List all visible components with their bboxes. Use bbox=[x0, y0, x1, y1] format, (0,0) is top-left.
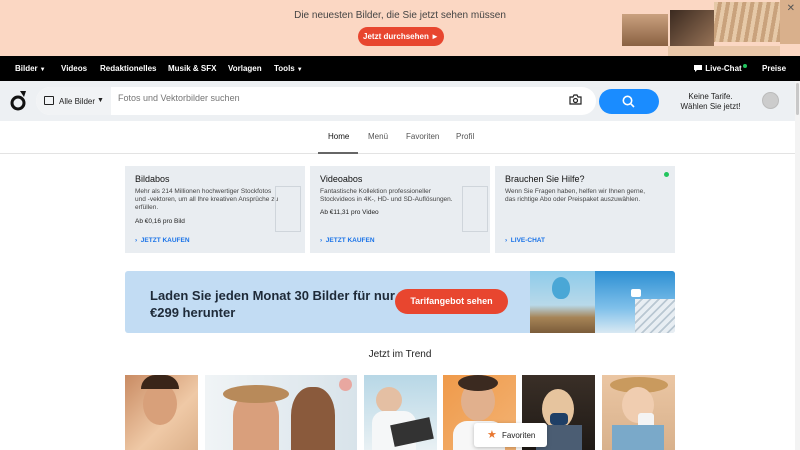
promo-thumb-1 bbox=[622, 14, 668, 46]
card-title: Videoabos bbox=[320, 174, 363, 184]
promo-thumb-5 bbox=[668, 46, 780, 56]
live-chat-link[interactable]: Live-Chat bbox=[693, 64, 747, 73]
card-image-subscriptions: Bildabos Mehr als 214 Millionen hochwert… bbox=[125, 166, 305, 253]
card-description: Mehr als 214 Millionen hochwertiger Stoc… bbox=[135, 188, 279, 211]
offer-text: Laden Sie jeden Monat 30 Bilder für nur … bbox=[150, 288, 395, 320]
chevron-right-icon: › bbox=[505, 237, 509, 244]
promo-banner: Die neuesten Bilder, die Sie jetzt sehen… bbox=[0, 0, 800, 56]
account-tabs: Home Menü Favoriten Profil bbox=[0, 121, 800, 154]
buy-now-link[interactable]: › JETZT KAUFEN bbox=[320, 237, 375, 244]
image-icon bbox=[44, 96, 54, 105]
plan-prompt-line2: Wählen Sie jetzt! bbox=[680, 102, 741, 111]
online-status-dot bbox=[742, 64, 747, 68]
card-price: Ab €0,16 pro Bild bbox=[135, 218, 185, 225]
main-nav: Bilder ▼ Videos Redaktionelles Musik & SF… bbox=[0, 56, 800, 81]
pricing-link[interactable]: Preise bbox=[762, 64, 786, 73]
trending-title: Jetzt im Trend bbox=[368, 349, 432, 360]
scrollbar[interactable] bbox=[795, 81, 800, 450]
favorites-label: Favoriten bbox=[502, 431, 536, 440]
close-icon[interactable]: ✕ bbox=[787, 3, 795, 14]
favorites-button[interactable]: ★ Favoriten bbox=[474, 423, 547, 447]
browse-now-button[interactable]: Jetzt durchsehen ► bbox=[358, 27, 444, 46]
tab-profile[interactable]: Profil bbox=[456, 132, 474, 141]
nav-item-bilder[interactable]: Bilder ▼ bbox=[15, 64, 46, 73]
card-description: Wenn Sie Fragen haben, helfen wir Ihnen … bbox=[505, 188, 646, 203]
card-title: Brauchen Sie Hilfe? bbox=[505, 174, 585, 184]
trending-photo[interactable] bbox=[125, 375, 198, 450]
online-status-dot bbox=[664, 172, 669, 177]
promo-thumb-3 bbox=[714, 2, 780, 42]
chevron-down-icon: ▼ bbox=[296, 67, 303, 73]
avatar[interactable] bbox=[762, 92, 779, 109]
image-frame-icon bbox=[275, 186, 301, 232]
card-title: Bildabos bbox=[135, 174, 170, 184]
card-help: Brauchen Sie Hilfe? Wenn Sie Fragen habe… bbox=[495, 166, 675, 253]
chevron-right-icon: › bbox=[320, 237, 324, 244]
trending-photo[interactable] bbox=[602, 375, 675, 450]
chevron-down-icon: ▼ bbox=[39, 67, 46, 73]
drone-image bbox=[595, 271, 675, 333]
nav-item-vorlagen[interactable]: Vorlagen bbox=[228, 64, 262, 73]
logo-icon[interactable] bbox=[10, 89, 28, 111]
nav-item-redaktionelles[interactable]: Redaktionelles bbox=[100, 64, 156, 73]
scrollbar-thumb[interactable] bbox=[796, 83, 799, 115]
chevron-down-icon: ▼ bbox=[97, 97, 104, 104]
search-icon bbox=[622, 95, 635, 108]
video-frame-icon bbox=[462, 186, 488, 232]
trending-photo[interactable] bbox=[205, 375, 357, 450]
search-input[interactable] bbox=[118, 93, 538, 103]
active-tab-indicator bbox=[318, 152, 358, 154]
tab-menu[interactable]: Menü bbox=[368, 132, 388, 141]
card-description: Fantastische Kollektion professioneller … bbox=[320, 188, 453, 203]
balloon-image bbox=[530, 271, 595, 333]
see-offer-button[interactable]: Tarifangebot sehen bbox=[395, 289, 508, 314]
camera-search-icon[interactable] bbox=[569, 94, 582, 105]
buy-now-link[interactable]: › JETZT KAUFEN bbox=[135, 237, 190, 244]
nav-item-tools[interactable]: Tools ▼ bbox=[274, 64, 303, 73]
plan-prompt-line1: Keine Tarife. bbox=[688, 92, 733, 101]
card-video-subscriptions: Videoabos Fantastische Kollektion profes… bbox=[310, 166, 490, 253]
trending-photo[interactable] bbox=[364, 375, 437, 450]
tab-home[interactable]: Home bbox=[328, 132, 349, 141]
card-price: Ab €11,31 pro Video bbox=[320, 209, 379, 216]
tab-favorites[interactable]: Favoriten bbox=[406, 132, 439, 141]
media-type-select[interactable]: Alle Bilder ▼ bbox=[36, 87, 111, 115]
chat-icon bbox=[694, 65, 702, 72]
search-button[interactable] bbox=[599, 89, 659, 114]
offer-banner: Laden Sie jeden Monat 30 Bilder für nur … bbox=[125, 271, 675, 333]
plan-prompt[interactable]: Keine Tarife. Wählen Sie jetzt! bbox=[674, 92, 747, 112]
live-chat-link[interactable]: › LIVE-CHAT bbox=[505, 237, 545, 244]
star-icon: ★ bbox=[487, 429, 497, 441]
nav-item-videos[interactable]: Videos bbox=[61, 64, 87, 73]
media-type-label: Alle Bilder bbox=[59, 97, 96, 106]
nav-item-musik[interactable]: Musik & SFX bbox=[168, 64, 216, 73]
chevron-right-icon: › bbox=[135, 237, 139, 244]
